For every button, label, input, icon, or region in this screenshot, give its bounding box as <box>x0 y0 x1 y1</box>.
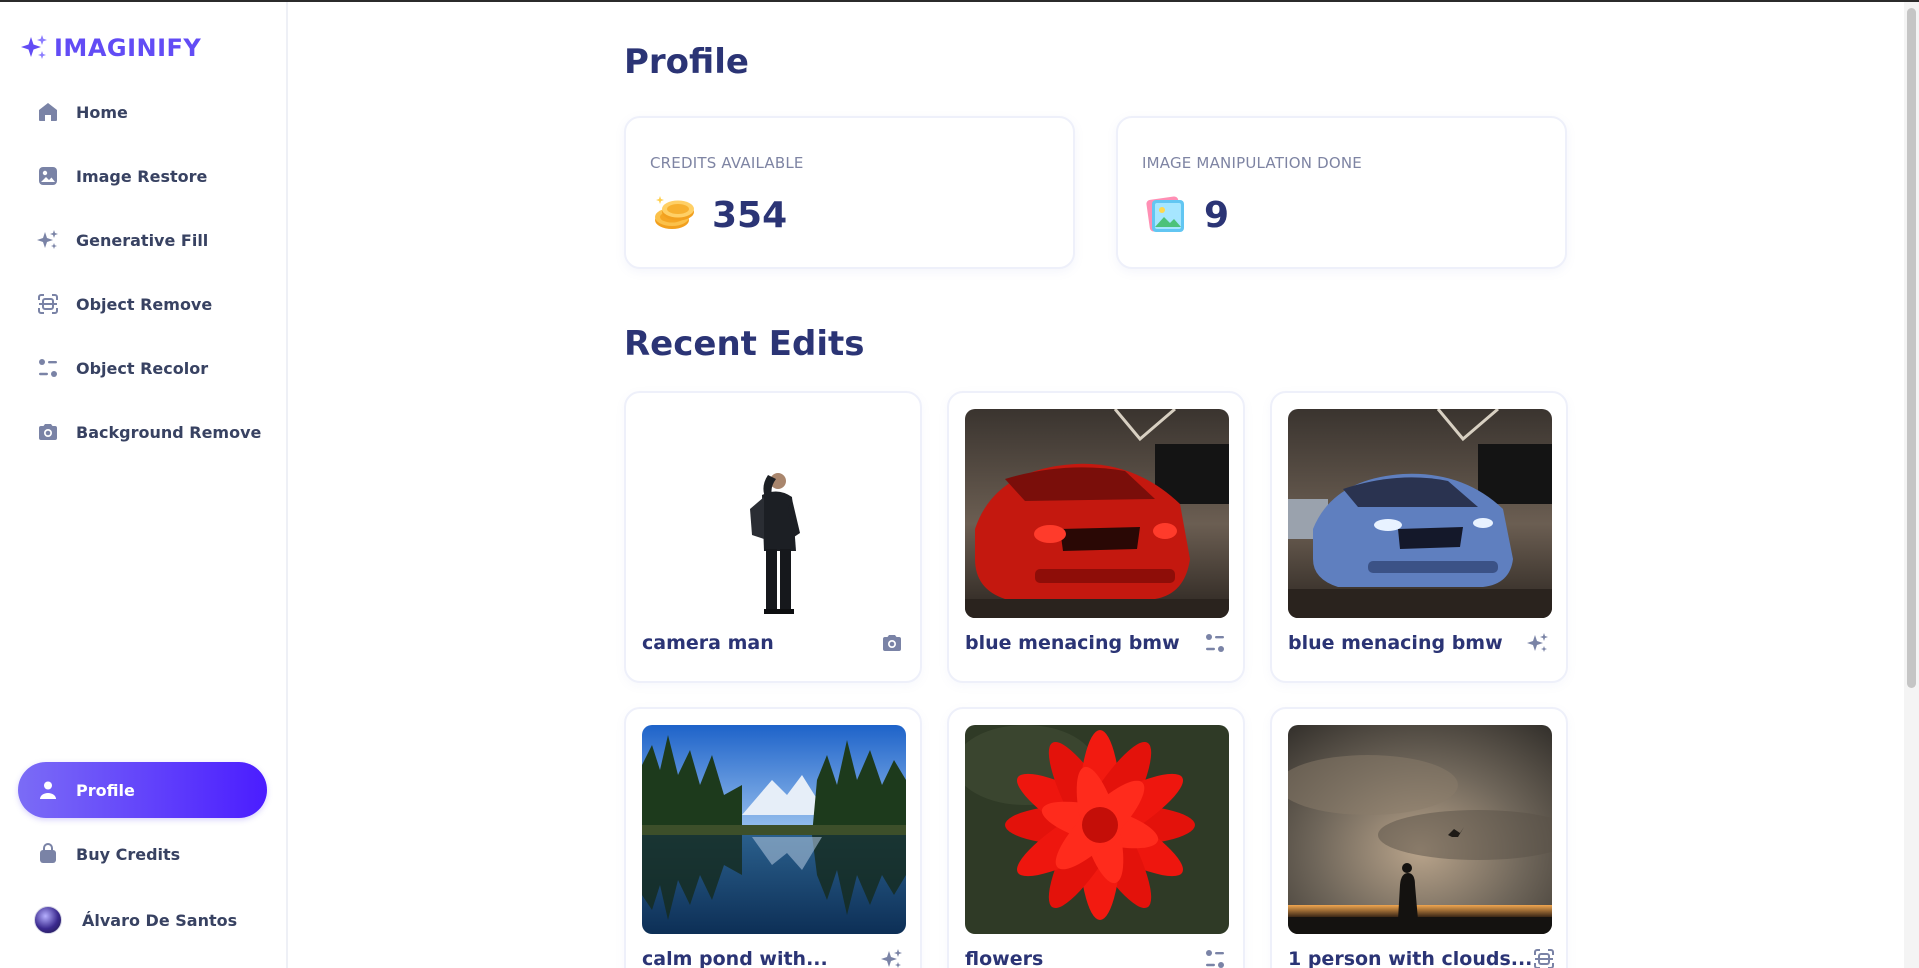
recent-edit-card[interactable]: calm pond with... <box>624 707 922 968</box>
edit-title: flowers <box>965 948 1044 968</box>
photo-icon <box>1146 196 1184 232</box>
edit-thumbnail <box>965 725 1229 934</box>
edit-title: calm pond with... <box>642 948 828 968</box>
red-flower-image <box>965 725 1229 934</box>
credits-value: 354 <box>712 194 788 236</box>
sidebar: IMAGINIFY Home Image Restore Generative … <box>0 2 288 968</box>
edit-title: camera man <box>642 632 774 654</box>
sidebar-item-label: Generative Fill <box>76 230 209 250</box>
edit-thumbnail <box>642 409 906 618</box>
filter-icon <box>1203 631 1227 655</box>
stars-icon <box>880 947 904 968</box>
user-name: Álvaro De Santos <box>82 910 238 930</box>
sidebar-item-label: Profile <box>76 780 135 800</box>
sidebar-item-label: Buy Credits <box>76 844 181 864</box>
coins-icon <box>655 196 694 229</box>
red-bmw-image <box>965 409 1229 618</box>
sidebar-item-object-remove[interactable]: Object Remove <box>18 276 267 332</box>
avatar <box>34 906 62 934</box>
sidebar-item-buy-credits[interactable]: Buy Credits <box>18 826 267 882</box>
recent-edit-card[interactable]: blue menacing bmw <box>947 391 1245 683</box>
sidebar-item-object-recolor[interactable]: Object Recolor <box>18 340 267 396</box>
scrollbar[interactable] <box>1904 2 1919 968</box>
person-with-clouds-image <box>1288 725 1552 934</box>
stars-icon <box>1526 631 1550 655</box>
edit-title: blue menacing bmw <box>1288 632 1503 654</box>
filter-icon <box>1203 947 1227 968</box>
scan-icon <box>38 294 58 314</box>
recent-edit-card[interactable]: 1 person with clouds... <box>1270 707 1568 968</box>
sidebar-item-image-restore[interactable]: Image Restore <box>18 148 267 204</box>
credits-label: CREDITS AVAILABLE <box>650 154 804 172</box>
scrollbar-thumb[interactable] <box>1907 8 1916 688</box>
sidebar-item-label: Home <box>76 102 128 122</box>
edit-title: 1 person with clouds... <box>1288 948 1533 968</box>
profile-icon <box>40 781 56 799</box>
calm-pond-image <box>642 725 906 934</box>
edit-title: blue menacing bmw <box>965 632 1180 654</box>
home-icon <box>39 103 57 121</box>
recent-edit-card[interactable]: camera man <box>624 391 922 683</box>
camera-icon <box>880 631 904 655</box>
recent-edit-card[interactable]: flowers <box>947 707 1245 968</box>
edit-thumbnail <box>642 725 906 934</box>
recent-edits-title: Recent Edits <box>624 324 865 364</box>
edit-thumbnail <box>965 409 1229 618</box>
stars-icon <box>37 230 58 249</box>
user-profile-button[interactable]: Álvaro De Santos <box>18 892 267 948</box>
image-icon <box>39 167 57 185</box>
edit-thumbnail <box>1288 725 1552 934</box>
manipulations-label: IMAGE MANIPULATION DONE <box>1142 154 1362 172</box>
sidebar-item-label: Image Restore <box>76 166 208 186</box>
sparkle-logo-icon <box>21 35 47 59</box>
edit-thumbnail <box>1288 409 1552 618</box>
manipulations-value: 9 <box>1204 194 1230 236</box>
camera-icon <box>39 424 57 440</box>
sidebar-item-label: Background Remove <box>76 422 262 442</box>
app-name: IMAGINIFY <box>54 34 202 62</box>
app-logo[interactable]: IMAGINIFY <box>20 32 201 64</box>
blue-bmw-image <box>1288 409 1552 618</box>
bag-icon <box>40 843 56 863</box>
manipulations-card: IMAGE MANIPULATION DONE 9 <box>1116 116 1567 269</box>
recent-edit-card[interactable]: blue menacing bmw <box>1270 391 1568 683</box>
page-title: Profile <box>624 42 749 82</box>
sidebar-item-profile[interactable]: Profile <box>18 762 267 818</box>
sidebar-item-background-remove[interactable]: Background Remove <box>18 404 267 460</box>
filter-icon <box>39 359 57 377</box>
sidebar-item-home[interactable]: Home <box>18 84 267 140</box>
sidebar-item-generative-fill[interactable]: Generative Fill <box>18 212 267 268</box>
sidebar-item-label: Object Recolor <box>76 358 209 378</box>
scan-icon <box>1532 947 1556 968</box>
man-with-camera-image <box>642 409 906 618</box>
credits-card: CREDITS AVAILABLE 354 <box>624 116 1075 269</box>
sidebar-item-label: Object Remove <box>76 294 213 314</box>
